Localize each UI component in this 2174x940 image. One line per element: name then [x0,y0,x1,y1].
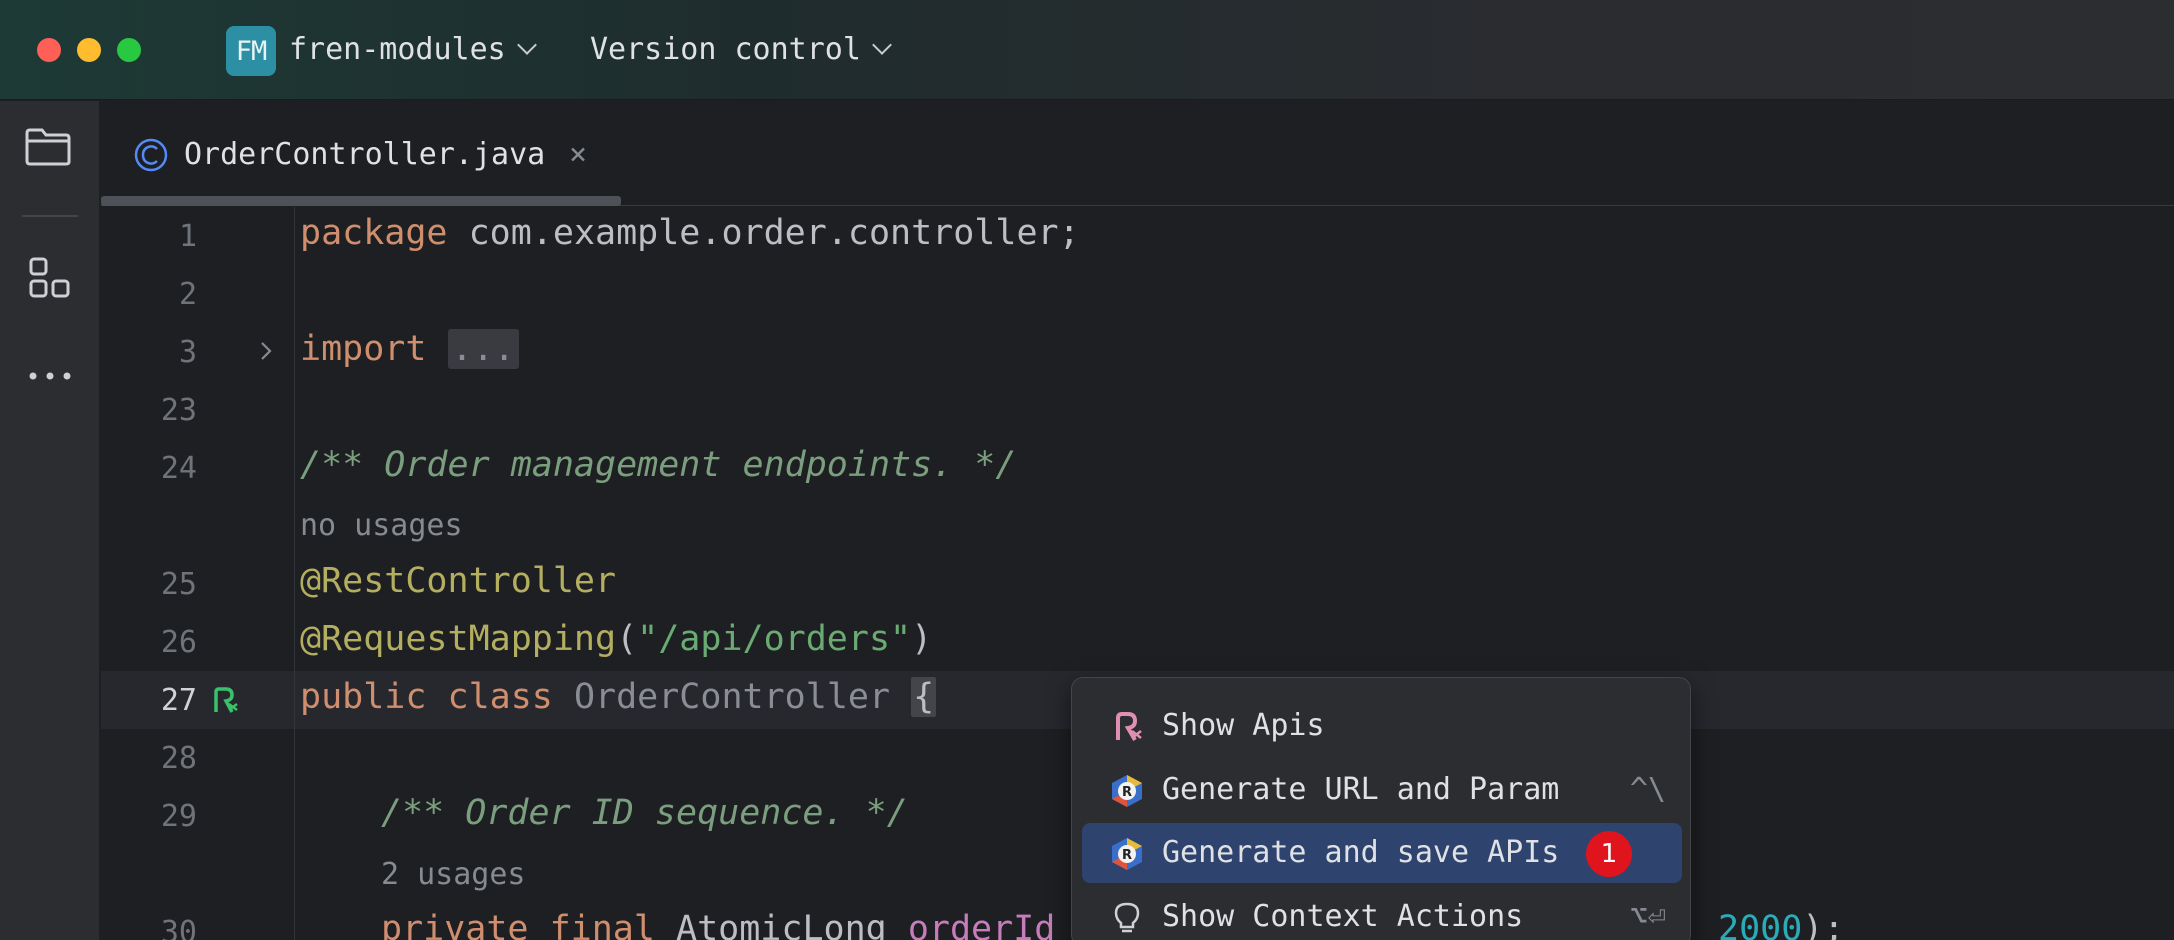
menu-item-label: Show Apis [1162,708,1325,743]
code-line: @RequestMapping("/api/orders") [300,619,932,659]
minimize-window-button[interactable] [77,38,101,62]
restful-plugin-icon: R [1112,775,1142,807]
code-keyword: private final [381,909,655,940]
code-text: ); [1802,909,1845,940]
line-number: 2 [178,277,197,312]
structure-icon[interactable] [28,256,72,300]
show-apis-icon [1116,712,1142,742]
code-type: AtomicLong [676,909,887,940]
usages-hint[interactable]: 2 usages [381,857,526,892]
svg-text:R: R [1122,785,1132,800]
code-line: @RestController [300,561,617,601]
tool-window-strip [0,101,100,940]
menu-item-generate-and-save-apis[interactable]: R Generate and save APIs 1 [1082,823,1682,883]
chevron-down-icon [872,35,892,55]
code-keyword: package [300,213,448,253]
line-number: 29 [160,799,197,834]
tab-filename: OrderController.java [184,137,546,172]
menu-item-label: Generate URL and Param [1162,772,1560,807]
chevron-down-icon [516,35,537,55]
gutter-divider [294,207,295,940]
code-line: public class OrderController { [300,677,937,717]
line-number: 28 [160,741,197,776]
code-line: /** Order management endpoints. */ [300,445,1017,485]
tab-scroll-indicator[interactable] [101,196,621,206]
line-number: 30 [160,915,197,940]
menu-item-show-apis[interactable]: Show Apis [1082,696,1682,756]
tool-strip-divider [22,215,78,217]
code-class-name: OrderController [573,677,891,717]
line-number: 24 [160,451,197,486]
version-control-label: Version control [590,32,861,67]
folded-imports[interactable]: ... [447,329,519,369]
line-number: 23 [160,393,197,428]
title-bar: FM fren-modules Version control [0,0,2174,100]
code-field: orderId [907,909,1056,940]
code-annotation: @RequestMapping [300,619,617,659]
line-number: 25 [160,567,197,602]
menu-item-show-context-actions[interactable]: Show Context Actions ⌥⏎ [1082,887,1682,940]
zoom-window-button[interactable] [117,38,141,62]
code-keyword: public class [300,677,553,717]
line-number: 1 [178,219,197,254]
intention-popup-menu: Show Apis R Generate URL and Param ^\ R … [1071,677,1691,940]
step-number-badge: 1 [1586,831,1632,877]
code-line: package com.example.order.controller; [300,213,1080,253]
version-control-menu[interactable]: Version control [590,32,892,67]
project-selector[interactable]: fren-modules [289,32,537,67]
code-brace: { [911,677,937,717]
code-text: ) [911,619,933,659]
folder-icon[interactable] [24,127,72,167]
line-number: 26 [160,625,197,660]
more-icon[interactable] [28,369,72,383]
project-badge[interactable]: FM [226,26,276,76]
code-keyword: import [300,329,427,369]
usages-hint[interactable]: no usages [300,508,463,543]
code-text: com.example.order.controller; [447,213,1080,253]
code-text: ( [616,619,638,659]
code-line: private final AtomicLong orderId = [381,909,1097,940]
code-line: /** Order ID sequence. */ [381,793,908,833]
close-window-button[interactable] [37,38,61,62]
code-line: import ... [300,329,519,369]
lightbulb-icon [1114,902,1140,933]
code-number: 2000 [1718,909,1803,940]
code-string: "/api/orders" [637,619,912,659]
fold-chevron-icon[interactable] [258,340,274,362]
menu-item-shortcut: ^\ [1629,772,1666,807]
menu-item-generate-url-and-param[interactable]: R Generate URL and Param ^\ [1082,760,1682,820]
line-number-current: 27 [160,683,197,718]
project-name: fren-modules [289,32,506,67]
java-class-icon [134,138,168,172]
svg-text:R: R [1122,848,1132,863]
tab-close-icon[interactable]: × [569,137,587,172]
menu-item-label: Generate and save APIs [1162,835,1560,870]
restful-gutter-icon[interactable] [210,686,240,716]
code-line-tail: 2000); [1718,909,1844,940]
menu-item-label: Show Context Actions [1162,899,1524,934]
restful-plugin-icon: R [1112,838,1142,870]
menu-item-shortcut: ⌥⏎ [1629,899,1666,934]
line-number: 3 [178,335,197,370]
